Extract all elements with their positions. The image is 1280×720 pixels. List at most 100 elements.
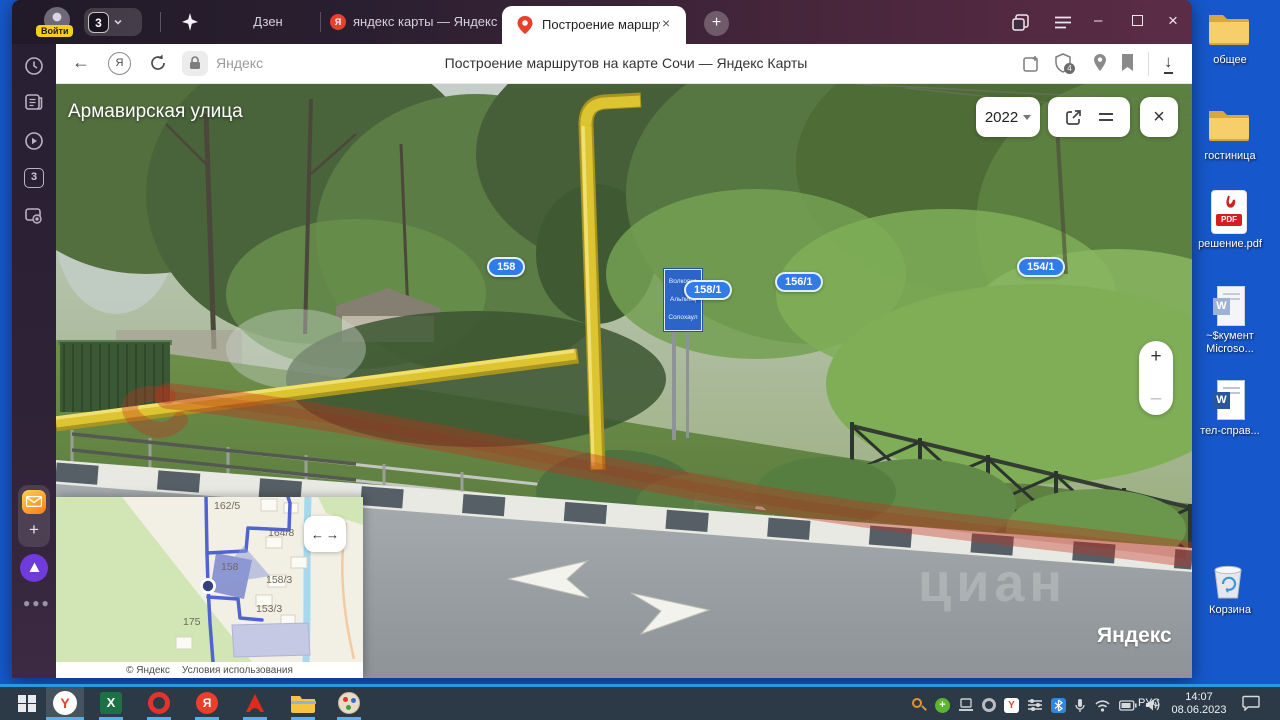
road-sign-line: Солохаул: [664, 309, 702, 327]
refresh-icon[interactable]: [148, 53, 168, 78]
road-sign: Волковка Альпиец Солохаул: [663, 268, 703, 332]
excel-icon[interactable]: X: [100, 692, 122, 714]
folder-icon[interactable]: [1206, 104, 1252, 149]
notifications-icon[interactable]: [1242, 695, 1260, 711]
new-tab-button[interactable]: +: [704, 11, 729, 36]
history-icon[interactable]: [24, 56, 44, 76]
laptop-tray-icon[interactable]: [958, 698, 974, 712]
shared-tabs-icon[interactable]: [1012, 14, 1029, 36]
extension-icon[interactable]: [1022, 54, 1041, 78]
panorama-canvas[interactable]: Волковка Альпиец Солохаул 158 158/1 156/…: [56, 84, 1192, 678]
tabs-panel-button[interactable]: 3: [24, 168, 44, 188]
desktop-icon-label[interactable]: общее: [1183, 54, 1277, 67]
desktop-icon-label[interactable]: ~$кумент Microso...: [1183, 330, 1277, 356]
folder-icon[interactable]: [1206, 8, 1252, 53]
lock-icon[interactable]: [182, 51, 208, 76]
word-glyph: W: [1213, 298, 1230, 315]
tab-active[interactable]: Построение маршруто ×: [502, 6, 686, 44]
screenshot-icon[interactable]: [24, 206, 44, 226]
house-badge[interactable]: 156/1: [775, 272, 823, 292]
microphone-tray-icon[interactable]: [1074, 698, 1086, 713]
sparkle-icon[interactable]: [180, 12, 200, 37]
tab-close-icon[interactable]: ×: [662, 15, 670, 31]
zoom-out-button[interactable]: –: [1151, 391, 1162, 407]
search-tray-icon[interactable]: [912, 698, 927, 713]
location-pin-icon[interactable]: [1092, 53, 1108, 77]
pano-nav-arrow-left[interactable]: [496, 552, 606, 604]
yandex-tray-icon[interactable]: Y: [1004, 698, 1019, 713]
tab-yandex-maps[interactable]: яндекс карты — Яндекс: н: [353, 14, 497, 29]
bluetooth-tray-icon[interactable]: [1051, 698, 1066, 713]
pano-direction-toggle[interactable]: ←→: [304, 516, 346, 552]
year-value: 2022: [985, 109, 1018, 126]
start-button[interactable]: [18, 695, 35, 712]
house-badge[interactable]: 158: [487, 257, 525, 277]
back-button[interactable]: ←: [72, 52, 90, 73]
desktop-icon-label[interactable]: тел-справ...: [1183, 425, 1277, 438]
yandex-watermark: Яндекс: [1097, 624, 1172, 648]
tab-bar: Войти 3 Дзен Я яндекс карты — Яндекс: н …: [12, 0, 1192, 44]
paint-icon[interactable]: [338, 692, 360, 714]
arrow-left-icon: ←: [311, 527, 324, 542]
desktop-icon-label[interactable]: гостиница: [1183, 150, 1277, 163]
close-panorama-button[interactable]: ×: [1140, 97, 1178, 137]
year-selector[interactable]: 2022: [976, 97, 1040, 137]
time-text: 14:07: [1168, 691, 1230, 704]
yandex-browser-icon[interactable]: Y: [53, 691, 77, 715]
download-icon[interactable]: ↓: [1164, 52, 1173, 74]
alice-assistant-icon[interactable]: [20, 554, 48, 582]
file-explorer-icon[interactable]: [290, 693, 316, 713]
pano-nav-arrow-right[interactable]: [622, 584, 722, 640]
street-name-label: Армавирская улица: [68, 101, 243, 123]
map-pin-icon: [517, 16, 533, 34]
opera-icon[interactable]: [148, 692, 170, 714]
settings-tray-icon[interactable]: [1027, 698, 1043, 712]
tab-count: 3: [88, 12, 109, 33]
house-badge[interactable]: 154/1: [1017, 257, 1065, 277]
house-badge[interactable]: 158/1: [684, 280, 732, 300]
word-file-icon[interactable]: W: [1213, 380, 1245, 420]
route-options-icon[interactable]: [1098, 111, 1114, 123]
antivirus-tray-icon[interactable]: +: [935, 698, 950, 713]
more-icon[interactable]: ●●●: [23, 596, 51, 610]
protect-shield-icon[interactable]: 4: [1054, 53, 1072, 78]
menu-icon[interactable]: [1054, 16, 1072, 34]
language-indicator[interactable]: РУС: [1138, 697, 1160, 709]
terms-link[interactable]: Условия использования: [182, 665, 293, 676]
wifi-tray-icon[interactable]: [1094, 699, 1111, 712]
video-icon[interactable]: [24, 131, 44, 151]
minimap[interactable]: 162/5 164/8 158 158/3 153/3 175 ←→ © Янд…: [56, 497, 363, 678]
extensions-badge: 4: [1064, 63, 1075, 74]
minimize-button[interactable]: –: [1094, 12, 1102, 29]
zoom-control: + –: [1139, 341, 1173, 415]
desktop-icon-label[interactable]: Корзина: [1183, 604, 1277, 617]
acrobat-icon[interactable]: [244, 692, 266, 714]
clock[interactable]: 14:07 08.06.2023: [1168, 691, 1230, 717]
battery-tray-icon[interactable]: [1119, 700, 1137, 711]
browser-toolbar: ← Я Яндекс Построение маршрутов на карте…: [56, 44, 1192, 84]
map-label: 153/3: [256, 603, 282, 615]
feed-icon[interactable]: [24, 92, 44, 112]
close-window-button[interactable]: ×: [1168, 11, 1178, 31]
tab-group-button[interactable]: 3: [84, 8, 142, 36]
address-text[interactable]: Яндекс: [216, 55, 263, 71]
mail-icon[interactable]: [22, 490, 46, 514]
bookmark-icon[interactable]: [1120, 53, 1135, 77]
word-glyph: W: [1213, 392, 1230, 409]
browser-sidebar: 3 + ●●●: [12, 44, 56, 678]
pdf-file-icon[interactable]: PDF: [1211, 190, 1247, 234]
maximize-button[interactable]: [1132, 15, 1143, 26]
login-badge[interactable]: Войти: [36, 25, 73, 37]
cian-watermark: циан: [918, 552, 1067, 614]
desktop-icon-label[interactable]: решение.pdf: [1183, 238, 1277, 251]
share-icon[interactable]: [1065, 109, 1082, 126]
recycle-bin-icon[interactable]: [1208, 560, 1248, 607]
disc-tray-icon[interactable]: [982, 698, 996, 712]
word-temp-file-icon[interactable]: W: [1213, 286, 1245, 326]
tab-dzen[interactable]: Дзен: [218, 14, 318, 29]
page-title[interactable]: Построение маршрутов на карте Сочи — Янд…: [346, 55, 906, 71]
zoom-in-button[interactable]: +: [1150, 349, 1161, 365]
add-shortcut-button[interactable]: +: [22, 518, 46, 542]
yandex-app-icon[interactable]: Я: [196, 692, 218, 714]
yandex-button[interactable]: Я: [108, 52, 131, 75]
